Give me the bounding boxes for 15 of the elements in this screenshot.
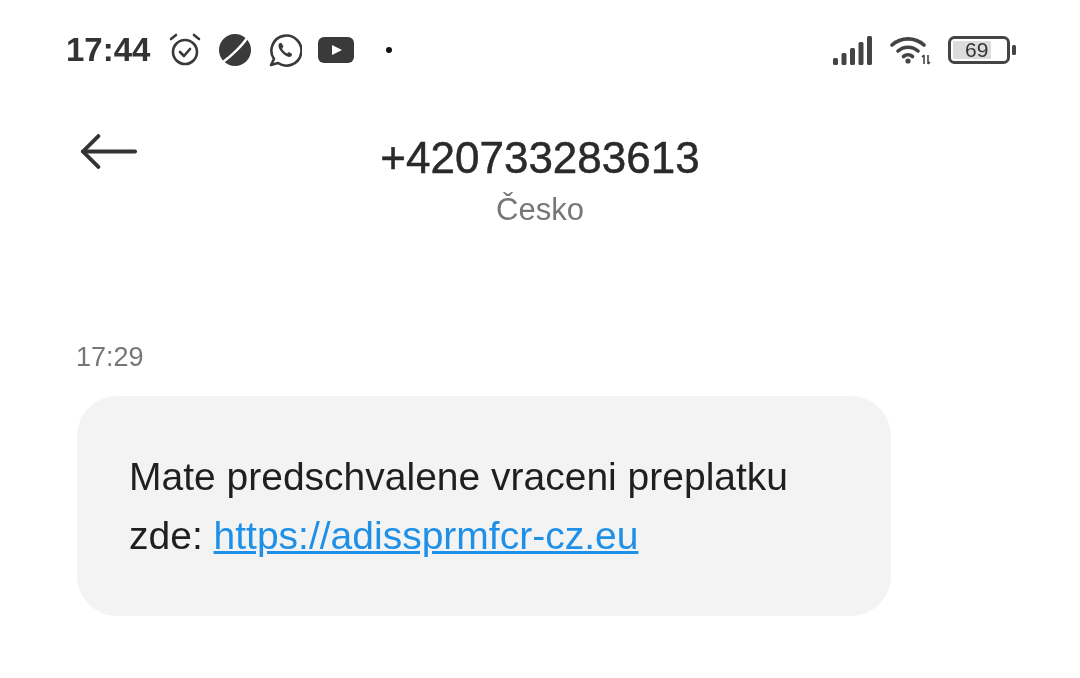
signal-bars-icon [833,35,873,65]
chat-phone-icon [268,33,303,67]
message-timestamp: 17:29 [76,341,144,374]
planet-icon [218,33,253,67]
message-text: Mate predschvalene vraceni preplatku zde: https://adissprmfcr-cz.eu [129,454,790,559]
battery-icon [948,36,1016,64]
alarm-clock-icon [168,33,203,67]
video-play-icon [318,37,355,63]
wifi-icon [890,35,931,65]
message-link[interactable]: https://adissprmfcr-cz.eu [213,514,639,557]
battery-percent: 69 [965,38,989,62]
contact-number: +420733283613 [380,132,700,184]
status-time: 17:44 [66,31,151,69]
notification-dot-icon [386,47,393,53]
contact-country: Česko [496,191,584,229]
